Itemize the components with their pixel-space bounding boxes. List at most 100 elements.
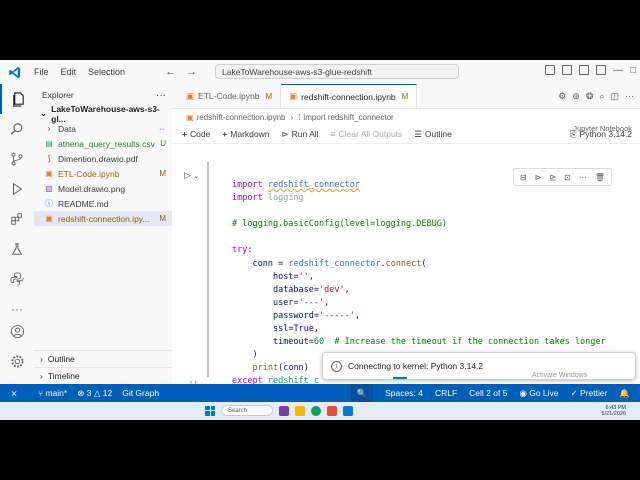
file-item-redshift-connection[interactable]: ▣ redshift-connection.ipy... M	[34, 211, 172, 226]
file-label: ETL-Code.ipynb	[58, 168, 120, 179]
branch-status[interactable]: ⑂ main*	[38, 388, 67, 398]
code-line: import logging	[232, 193, 304, 204]
maximize-icon[interactable]: □	[630, 65, 636, 76]
openai-icon[interactable]: ❂	[586, 91, 594, 102]
toggle-sidebar-icon[interactable]	[544, 65, 555, 75]
browser-icon[interactable]	[311, 405, 321, 416]
more-icon[interactable]: ···	[0, 294, 34, 324]
explorer-sidebar: Explorer ··· ⌄ LakeToWarehouse-aws-s3-gl…	[34, 84, 173, 384]
symbol-icon: ⁞	[298, 112, 301, 122]
chevron-right-icon: ›	[47, 124, 51, 133]
status-bar: ⨯ ⑂ main* ⊗ 3 △ 12 Git Graph 🔍 Spaces: 4…	[0, 384, 640, 402]
kernel-connecting-notification[interactable]: i Connecting to kernel: Python 3.14.2	[322, 352, 636, 380]
gear-icon[interactable]: ⚙	[558, 91, 566, 102]
settings-gear-icon[interactable]	[0, 354, 34, 369]
menu-file[interactable]: File	[34, 67, 49, 77]
accounts-icon[interactable]	[0, 324, 34, 339]
notifications-bell-icon[interactable]: 🔔	[619, 388, 630, 399]
modified-badge: M	[265, 91, 273, 101]
code-line: try:	[232, 245, 253, 256]
outline-section[interactable]: › Outline	[34, 350, 172, 366]
workspace-root-folder[interactable]: ⌄ LakeToWarehouse-aws-s3-gl...	[34, 104, 172, 124]
problems-status[interactable]: ⊗ 3 △ 12	[77, 388, 112, 399]
menu-selection[interactable]: Selection	[88, 67, 125, 77]
remote-icon[interactable]: ⨯	[0, 384, 28, 402]
app-icon[interactable]	[279, 405, 289, 416]
command-center-search[interactable]: LakeToWarehouse-aws-s3-glue-redshift	[215, 64, 459, 79]
explorer-icon[interactable]	[0, 84, 34, 114]
system-clock[interactable]: 6:43 PM 5/21/2026	[602, 405, 626, 417]
add-markdown-cell-button[interactable]: + Markdown	[222, 129, 269, 139]
file-label: Dimention.drawio.pdf	[58, 153, 138, 164]
list-icon: ☰	[414, 128, 422, 139]
run-debug-icon[interactable]	[0, 174, 34, 204]
toggle-secondary-sidebar-icon[interactable]	[578, 65, 589, 75]
file-item-model-png[interactable]: ▨ Model.drawio.png	[34, 181, 172, 196]
indentation-status[interactable]: Spaces: 4	[385, 388, 423, 398]
customize-layout-icon[interactable]	[595, 65, 606, 75]
testing-flask-icon[interactable]	[0, 234, 34, 264]
cell-position-status[interactable]: Cell 2 of 5	[469, 388, 507, 398]
source-control-icon[interactable]	[0, 144, 34, 174]
prettier-label: Prettier	[580, 387, 608, 398]
tab-etl-code[interactable]: ▣ ETL-Code.ipynb M	[178, 84, 282, 108]
file-item-etl-code[interactable]: ▣ ETL-Code.ipynb M	[34, 166, 172, 181]
notebook-file-icon: ▣	[45, 169, 53, 178]
breadcrumb-file[interactable]: redshift-connection.ipynb	[197, 113, 286, 122]
go-live-button[interactable]: ◉ Go Live	[519, 388, 558, 399]
untracked-badge: U	[160, 139, 166, 148]
run-cell-button[interactable]: ▷ ⌄	[184, 170, 199, 181]
line-ending-status[interactable]: CRLF	[435, 388, 457, 398]
zoom-icon[interactable]: 🔍	[350, 384, 374, 402]
tab-redshift-connection[interactable]: ▣ redshift-connection.ipynb M	[281, 84, 418, 108]
file-item-athena-query-results[interactable]: ▤ athena_query_results.csv U	[34, 136, 172, 151]
menu-edit[interactable]: Edit	[61, 67, 77, 77]
windows-taskbar: Search 6:43 PM 5/21/2026	[0, 402, 640, 420]
taskbar-apps: Search	[205, 405, 353, 416]
layout-controls: — □	[544, 65, 636, 76]
timeline-section[interactable]: › Timeline	[34, 367, 172, 383]
add-code-cell-button[interactable]: + Code	[182, 129, 210, 139]
extensions-icon[interactable]	[0, 204, 34, 234]
minimize-icon[interactable]: —	[613, 65, 623, 76]
progress-indicator	[393, 377, 407, 379]
taskbar-search[interactable]: Search	[221, 405, 273, 416]
more-actions-icon[interactable]: ···	[625, 91, 634, 101]
search-icon[interactable]	[0, 114, 34, 144]
code-line: password='-----',	[272, 310, 360, 321]
split-editor-icon[interactable]: ◫	[610, 91, 619, 102]
outline-button[interactable]: ☰ Outline	[414, 129, 452, 140]
file-label: athena_query_results.csv	[58, 138, 155, 149]
breadcrumb-symbol[interactable]: import redshift_connector	[303, 113, 393, 122]
notebook-file-icon: ▣	[289, 91, 298, 101]
run-all-icon: ⊳	[281, 128, 289, 139]
file-explorer-icon[interactable]	[295, 405, 305, 416]
app-icon[interactable]	[327, 405, 337, 416]
outline-label: Outline	[424, 129, 452, 139]
explorer-more-icon[interactable]: ···	[156, 90, 166, 101]
clear-all-outputs-button[interactable]: ≡ Clear All Outputs	[331, 129, 403, 139]
tab-label: ETL-Code.ipynb	[198, 91, 260, 101]
git-graph-button[interactable]: Git Graph	[122, 388, 159, 398]
notebook-file-icon: ▣	[45, 214, 53, 223]
code-line: ssl=True,	[272, 324, 320, 335]
open-changes-icon[interactable]: ⌕	[599, 91, 604, 102]
notebook-file-icon: ▣	[186, 112, 194, 122]
breadcrumb: ▣ redshift-connection.ipynb › ⁞ import r…	[172, 109, 640, 125]
toggle-panel-icon[interactable]	[561, 65, 572, 75]
chevron-right-icon: ›	[40, 370, 43, 381]
prettier-status[interactable]: ✓ Prettier	[571, 388, 608, 399]
editor-tabs: ▣ ETL-Code.ipynb M ▣ redshift-connection…	[172, 84, 640, 109]
vscode-taskbar-icon[interactable]	[343, 405, 353, 416]
notebook-toolbar: + Code + Markdown ⊳ Run All ≡ Clear All Outp…	[172, 125, 640, 144]
windows-start-icon[interactable]	[205, 405, 215, 416]
chevron-down-icon: ⌄	[193, 173, 200, 180]
file-item-readme[interactable]: ⓘ README.md	[34, 196, 172, 211]
nav-back-forward-icon[interactable]: ←→	[165, 66, 207, 78]
file-item-dimention-pdf[interactable]: ⟆ Dimention.drawio.pdf	[34, 151, 172, 166]
kernel-picker-label[interactable]: Jupyter Notebook	[573, 124, 632, 133]
copilot-icon[interactable]: ⊛	[572, 91, 580, 102]
run-all-button[interactable]: ⊳ Run All	[281, 129, 318, 140]
clear-icon: ≡	[330, 129, 336, 139]
python-icon[interactable]	[0, 264, 34, 294]
